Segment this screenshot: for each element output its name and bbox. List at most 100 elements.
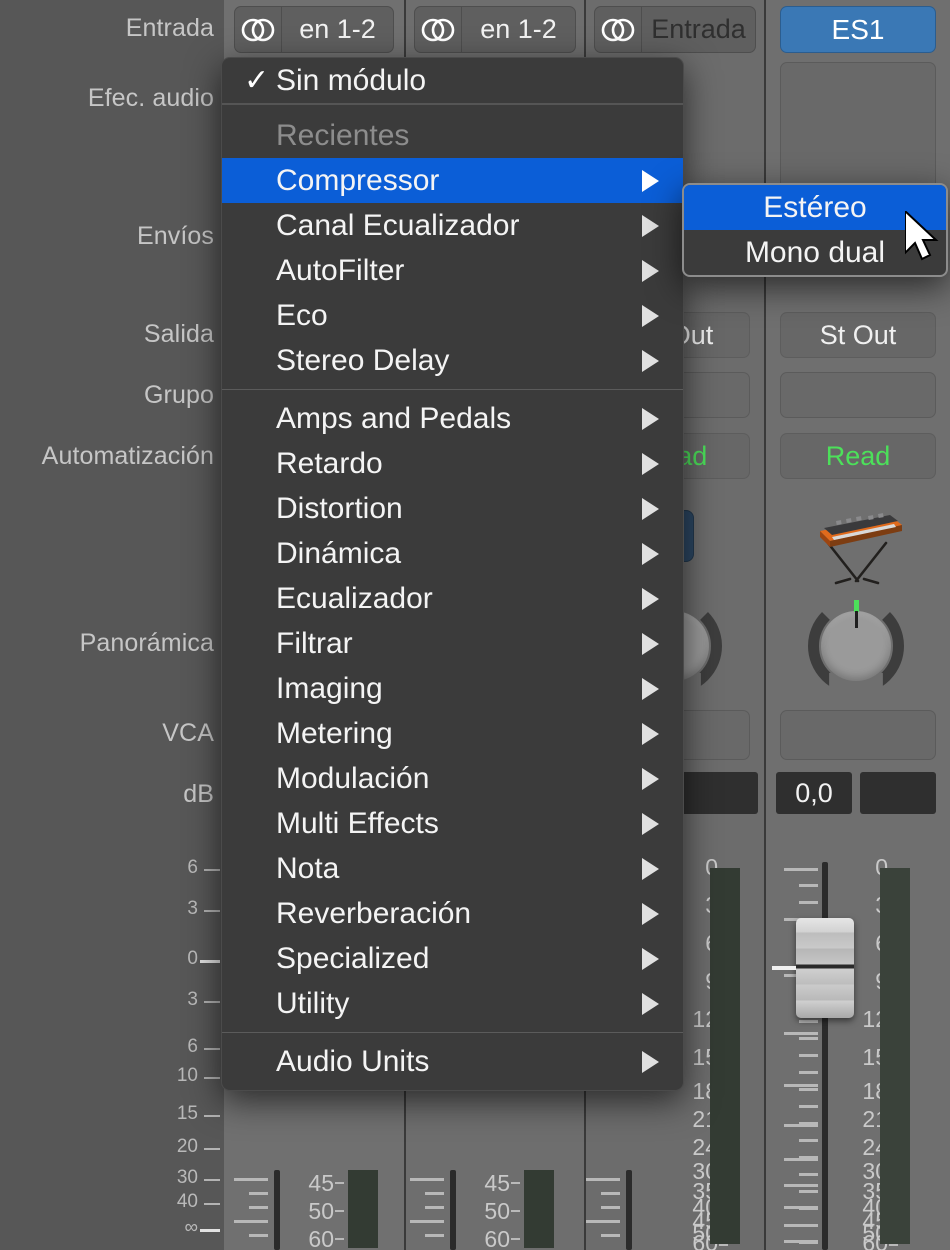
menu-item-amps-and-pedals[interactable]: Amps and Pedals	[222, 396, 683, 441]
menu-item-label: Canal Ecualizador	[276, 209, 519, 243]
menu-item-label: AutoFilter	[276, 254, 404, 288]
menu-item-label: Retardo	[276, 447, 383, 481]
menu-item-multi-effects[interactable]: Multi Effects	[222, 801, 683, 846]
chevron-right-icon	[642, 453, 659, 475]
input-slot-2[interactable]: en 1-2	[414, 6, 576, 53]
menu-item-filtrar[interactable]: Filtrar	[222, 621, 683, 666]
fader-handle-4[interactable]	[796, 918, 854, 1018]
fader-scale-tick	[204, 1115, 220, 1117]
fader-scale-tick	[204, 1077, 220, 1079]
chevron-right-icon	[642, 813, 659, 835]
menu-item-label: Metering	[276, 717, 393, 751]
menu-item-nota[interactable]: Nota	[222, 846, 683, 891]
menu-item-compressor[interactable]: Compressor	[222, 158, 683, 203]
menu-item-label: Nota	[276, 852, 339, 886]
input-slot-3[interactable]: Entrada	[594, 6, 756, 53]
menu-item-retardo[interactable]: Retardo	[222, 441, 683, 486]
meter-bar-4	[880, 868, 910, 1244]
menu-item-metering[interactable]: Metering	[222, 711, 683, 756]
automation-mode-4[interactable]: Read	[780, 433, 936, 479]
fader-scale-value: 3	[187, 898, 198, 920]
menu-recent-list: Compressor Canal Ecualizador AutoFilter Eco…	[222, 158, 683, 383]
fader-scale-value: 0	[187, 948, 198, 970]
menu-item-label: Reverberación	[276, 897, 471, 931]
submenu-item-mono-dual[interactable]: Mono dual	[684, 230, 946, 275]
menu-divider	[222, 1032, 683, 1033]
menu-item-imaging[interactable]: Imaging	[222, 666, 683, 711]
chevron-right-icon	[642, 543, 659, 565]
chevron-right-icon	[642, 993, 659, 1015]
row-label-output: Salida	[144, 320, 214, 349]
fader-scale-value: 6	[187, 857, 198, 879]
meter-scale-1: 45 50 60	[288, 1170, 346, 1250]
fader-scale-value: ∞	[184, 1217, 198, 1239]
fader-tick-major	[784, 1184, 818, 1187]
chevron-right-icon	[642, 948, 659, 970]
menu-item-label: Modulación	[276, 762, 429, 796]
row-label-audio-fx: Efec. audio	[88, 84, 214, 113]
stereo-io-icon	[235, 7, 282, 52]
meter-bar-2	[524, 1170, 554, 1248]
menu-item-stereo-delay[interactable]: Stereo Delay	[222, 338, 683, 383]
fader-scale-tick	[204, 1203, 220, 1205]
menu-item-distortion[interactable]: Distortion	[222, 486, 683, 531]
row-label-automation: Automatización	[42, 442, 214, 471]
fader-track-3	[626, 1170, 632, 1250]
meter-scale-2: 45 50 60	[464, 1170, 522, 1250]
peak-value-4[interactable]	[860, 772, 936, 814]
menu-item-specialized[interactable]: Specialized	[222, 936, 683, 981]
fader-tick-minor	[799, 1190, 818, 1193]
plugin-format-submenu[interactable]: EstéreoMono dual	[682, 183, 948, 277]
chevron-right-icon	[642, 215, 659, 237]
row-label-vca: VCA	[162, 719, 214, 748]
menu-item-utility[interactable]: Utility	[222, 981, 683, 1026]
chevron-right-icon	[642, 408, 659, 430]
instrument-slot-4[interactable]: ES1	[780, 6, 936, 53]
menu-item-canal-ecualizador[interactable]: Canal Ecualizador	[222, 203, 683, 248]
fader-tick-marks-3b	[586, 1170, 620, 1250]
chevron-right-icon	[642, 305, 659, 327]
menu-item-no-plugin[interactable]: ✓ Sin módulo	[222, 58, 683, 103]
menu-item-label: Ecualizador	[276, 582, 433, 616]
fader-tick-major	[784, 1084, 818, 1087]
chevron-right-icon	[642, 903, 659, 925]
menu-category-list: Amps and Pedals Retardo DistortionDinámica…	[222, 396, 683, 1026]
group-slot-4[interactable]	[780, 372, 936, 418]
vca-slot-4[interactable]	[780, 710, 936, 760]
fader-tick-minor	[799, 1241, 818, 1244]
fader-tick-minor	[799, 1037, 818, 1040]
menu-item-eco[interactable]: Eco	[222, 293, 683, 338]
menu-item-din-mica[interactable]: Dinámica	[222, 531, 683, 576]
chevron-right-icon	[642, 723, 659, 745]
pan-knob-4[interactable]	[808, 598, 904, 694]
fader-tick-minor	[799, 1173, 818, 1176]
menu-item-reverberaci-n[interactable]: Reverberación	[222, 891, 683, 936]
chevron-right-icon	[642, 170, 659, 192]
fader-tick-minor	[799, 901, 818, 904]
meter-bar-1	[348, 1170, 378, 1248]
menu-item-label: Imaging	[276, 672, 383, 706]
submenu-item-est-reo[interactable]: Estéreo	[684, 185, 946, 230]
fader-scale-tick	[204, 1179, 220, 1181]
fader-scale-tick	[204, 910, 220, 912]
menu-item-ecualizador[interactable]: Ecualizador	[222, 576, 683, 621]
input-slot-1[interactable]: en 1-2	[234, 6, 394, 53]
menu-item-autofilter[interactable]: AutoFilter	[222, 248, 683, 293]
audio-effect-plugin-menu[interactable]: ✓ Sin módulo Recientes CompressorCanal E…	[221, 57, 684, 1091]
menu-item-label: Eco	[276, 299, 328, 333]
fader-track-2	[450, 1170, 456, 1250]
meter-scale-tick	[719, 1244, 728, 1246]
chevron-right-icon	[642, 858, 659, 880]
menu-item-modulaci-n[interactable]: Modulación	[222, 756, 683, 801]
fader-scale-tick	[204, 869, 220, 871]
instrument-keyboard-icon	[798, 495, 918, 587]
row-label-column: Entrada Efec. audio Envíos Salida Grupo …	[0, 0, 224, 1250]
menu-item-label: Compressor	[276, 164, 439, 198]
fader-scale-value: 30	[177, 1167, 198, 1189]
fader-tick-minor	[799, 1207, 818, 1210]
row-label-db: dB	[183, 780, 214, 809]
menu-item-audio-units[interactable]: Audio Units	[222, 1039, 683, 1084]
chevron-right-icon	[642, 633, 659, 655]
output-slot-4[interactable]: St Out	[780, 312, 936, 358]
db-value-4[interactable]: 0,0	[776, 772, 852, 814]
